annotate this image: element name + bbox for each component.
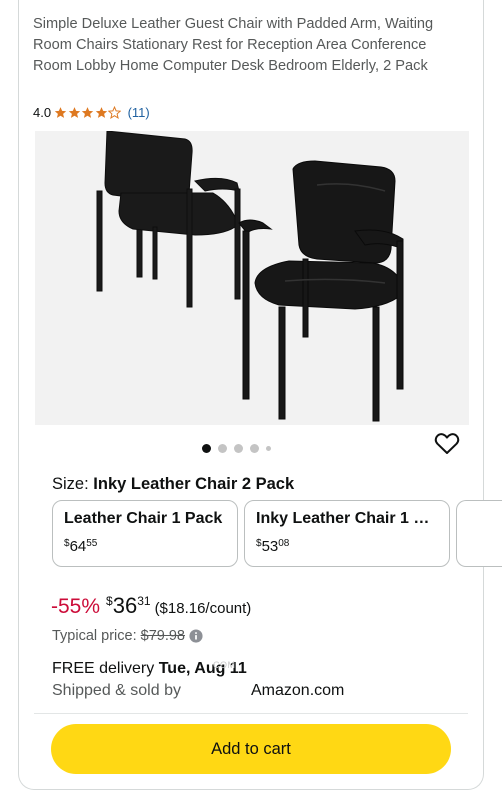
size-selected-value: Inky Leather Chair 2 Pack bbox=[93, 475, 295, 493]
product-title[interactable]: Simple Deluxe Leather Guest Chair with P… bbox=[33, 14, 453, 77]
unit-price: ($18.16/count) bbox=[154, 600, 252, 617]
size-option-price: $6455 bbox=[64, 538, 98, 555]
shipped-value: Amazon.com bbox=[251, 682, 345, 699]
gallery-dot[interactable] bbox=[218, 444, 227, 453]
star-full-icon bbox=[95, 106, 107, 118]
size-option-price: $5308 bbox=[256, 538, 290, 555]
heart-icon[interactable] bbox=[434, 432, 460, 456]
typical-price-value: $79.98 bbox=[140, 628, 185, 644]
typical-price-label: Typical price: bbox=[52, 628, 137, 644]
gallery-dot[interactable] bbox=[250, 444, 259, 453]
size-selection: Size: Inky Leather Chair 2 Pack bbox=[52, 474, 294, 494]
discount-percent: -55% bbox=[51, 595, 101, 618]
star-full-icon bbox=[81, 106, 94, 118]
typical-price: Typical price: $79.98 bbox=[52, 628, 203, 644]
size-option-partial[interactable] bbox=[456, 500, 502, 567]
gallery-dot[interactable] bbox=[266, 446, 271, 451]
shipped-label: Shipped & sold by bbox=[52, 682, 181, 699]
size-label: Size: bbox=[52, 475, 89, 493]
price-value: $3631 bbox=[106, 593, 151, 618]
size-option-name: Leather Chair 1 Pack bbox=[64, 510, 223, 527]
star-empty-icon bbox=[108, 105, 122, 119]
rating-row[interactable]: 4.0 (11) bbox=[33, 103, 150, 121]
star-full-icon bbox=[54, 106, 67, 118]
star-full-icon bbox=[68, 106, 80, 118]
delivery-prefix: FREE delivery bbox=[52, 660, 155, 677]
divider bbox=[34, 713, 468, 714]
product-image[interactable] bbox=[35, 131, 469, 425]
size-option-leather-chair-1-pack[interactable]: Leather Chair 1 Pack $6455 bbox=[52, 500, 238, 567]
size-option-inky-leather-chair-1-pack[interactable]: Inky Leather Chair 1 Pack $5308 bbox=[244, 500, 450, 567]
add-to-cart-button[interactable]: Add to cart bbox=[51, 724, 451, 774]
watermark-text: COM bbox=[213, 660, 236, 670]
rating-stars bbox=[54, 105, 122, 119]
gallery-dots[interactable] bbox=[202, 444, 278, 453]
chair-image bbox=[96, 131, 404, 422]
size-option-name: Inky Leather Chair 1 Pack bbox=[256, 510, 438, 527]
rating-count-link[interactable]: (11) bbox=[128, 105, 150, 120]
gallery-dot[interactable] bbox=[234, 444, 243, 453]
rating-value: 4.0 bbox=[33, 104, 52, 120]
info-icon[interactable] bbox=[189, 629, 203, 643]
gallery-dot[interactable] bbox=[202, 444, 211, 453]
price-row: -55% $3631 ($18.16/count) bbox=[51, 593, 251, 619]
